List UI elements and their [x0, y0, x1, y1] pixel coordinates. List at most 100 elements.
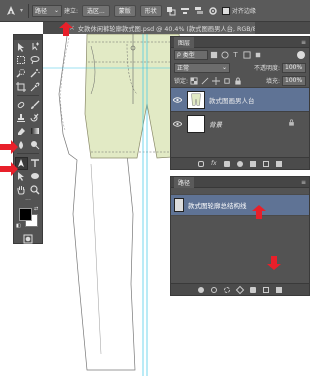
lock-pixels-icon[interactable]	[200, 76, 209, 85]
annotation-arrow-pen-tool	[0, 140, 18, 154]
history-brush-icon[interactable]	[30, 113, 41, 124]
document-tab[interactable]: × 女款休闲裤轮廓款式图.psd @ 40.4% (款式图画男人台, RGB/8…	[65, 22, 255, 34]
filter-pixel-icon[interactable]	[209, 50, 218, 59]
layer-style-icon[interactable]: fx	[211, 160, 217, 167]
ellipse-tool-icon[interactable]	[30, 171, 41, 182]
layer-row-selected[interactable]: 款式图画男人台	[171, 87, 309, 111]
new-group-icon[interactable]	[250, 160, 256, 167]
stroke-path-icon[interactable]	[211, 286, 217, 293]
load-as-selection-icon[interactable]	[224, 286, 230, 293]
color-swatches: ◧ ⇄	[14, 206, 42, 230]
eye-icon[interactable]	[171, 120, 183, 127]
filter-smart-object-icon[interactable]	[253, 50, 262, 59]
type-tool-icon[interactable]	[30, 158, 41, 169]
new-layer-icon[interactable]	[263, 160, 269, 167]
lock-row: 锁定: 填充: 100%	[171, 74, 309, 87]
more-tools-icon[interactable]: ···	[23, 195, 34, 206]
opacity-label: 不透明度:	[253, 65, 280, 72]
trash-icon[interactable]	[276, 160, 282, 167]
brush-tool-icon[interactable]	[30, 99, 41, 110]
paths-panel: 路径 ≡ 款式图轮廓总结构线	[170, 176, 310, 296]
new-path-icon[interactable]	[263, 286, 269, 293]
filter-adjustment-icon[interactable]	[220, 50, 229, 59]
gradient-tool-icon[interactable]	[30, 126, 41, 137]
align-edges-checkbox[interactable]	[221, 6, 230, 15]
path-arrangement-icon[interactable]	[193, 5, 205, 17]
blend-mode-select[interactable]: 正常 ⌄	[174, 62, 230, 73]
link-layers-icon[interactable]	[198, 160, 204, 167]
move-tool-icon[interactable]	[16, 41, 27, 52]
lock-transparent-icon[interactable]	[189, 76, 198, 85]
separator	[28, 3, 30, 18]
add-mask-icon[interactable]	[250, 286, 256, 293]
crop-tool-icon[interactable]	[16, 81, 27, 92]
align-edges-label: 对齐边缘	[231, 8, 256, 15]
layers-panel-footer: fx	[171, 157, 309, 169]
panel-menu-icon[interactable]: ≡	[301, 39, 306, 46]
lock-position-icon[interactable]	[211, 76, 220, 85]
annotation-arrow-up-path	[252, 205, 266, 219]
opacity-input[interactable]: 100%	[282, 62, 306, 73]
healing-brush-icon[interactable]	[16, 99, 27, 110]
path-alignment-icon[interactable]	[179, 5, 191, 17]
make-label: 建立:	[64, 8, 79, 15]
fill-input[interactable]: 100%	[282, 75, 306, 86]
lock-artboard-icon[interactable]	[222, 76, 231, 85]
path-name: 款式图轮廓总结构线	[188, 202, 247, 210]
document-tab-bar: × 女款休闲裤轮廓款式图.psd @ 40.4% (款式图画男人台, RGB/8…	[43, 22, 310, 34]
layer-filter-row: ρ 类型 T	[171, 48, 309, 61]
add-mask-icon[interactable]	[224, 160, 230, 167]
filter-toggle-switch[interactable]	[297, 50, 305, 59]
fill-path-icon[interactable]	[198, 286, 204, 293]
mask-button[interactable]: 蒙版	[113, 4, 136, 17]
pen-icon[interactable]	[4, 4, 18, 18]
annotation-arrow-down-new-path	[267, 256, 281, 270]
eyedropper-tool-icon[interactable]	[30, 81, 41, 92]
lock-all-icon[interactable]	[233, 76, 242, 85]
chevron-down-icon: ⌄	[221, 64, 227, 71]
search-icon: ρ	[177, 51, 181, 58]
quick-mask-icon[interactable]	[23, 233, 34, 244]
adjustment-layer-icon[interactable]	[237, 160, 243, 167]
path-thumbnail	[174, 198, 184, 212]
filter-kind-select[interactable]: ρ 类型	[174, 49, 208, 60]
quick-selection-icon[interactable]	[16, 68, 27, 79]
magic-wand-icon[interactable]	[30, 68, 41, 79]
path-operations-icon[interactable]	[165, 5, 177, 17]
annotation-arrow-up-mode	[59, 22, 73, 36]
swap-colors-icon[interactable]: ⇄	[34, 206, 38, 212]
eye-icon[interactable]	[171, 96, 183, 103]
dodge-tool-icon[interactable]	[30, 139, 41, 150]
selection-button[interactable]: 选区...	[82, 4, 110, 17]
paths-panel-footer	[171, 283, 309, 295]
default-colors-icon[interactable]: ◧	[16, 223, 21, 229]
eraser-tool-icon[interactable]	[16, 126, 27, 137]
zoom-tool-icon[interactable]	[30, 184, 41, 195]
shape-button[interactable]: 形状	[139, 4, 162, 17]
trash-icon[interactable]	[276, 286, 282, 293]
artboard-tool-icon[interactable]	[30, 41, 41, 52]
layers-panel: 图层 ≡ ρ 类型 T 正常 ⌄ 不透明度: 100% 锁定: 填充: 100%	[170, 36, 310, 170]
layer-row-background[interactable]: 背景	[171, 111, 309, 135]
filter-type-icon[interactable]: T	[231, 50, 240, 59]
marquee-tool-icon[interactable]	[16, 54, 27, 65]
hand-tool-icon[interactable]	[16, 184, 27, 195]
tool-preset-dropdown[interactable]: ▾	[20, 7, 23, 14]
panel-menu-icon[interactable]: ≡	[301, 179, 306, 186]
fill-label: 填充:	[265, 78, 280, 85]
lasso-tool-icon[interactable]	[30, 54, 41, 65]
path-row-selected[interactable]: 款式图轮廓总结构线	[171, 194, 309, 216]
annotation-arrow-path-selection	[0, 162, 18, 176]
clone-stamp-icon[interactable]	[16, 113, 27, 124]
gear-icon[interactable]	[207, 5, 219, 17]
mode-select[interactable]: 路径 ⌄	[32, 4, 63, 17]
layers-panel-title[interactable]: 图层	[174, 36, 195, 48]
foreground-color-swatch[interactable]	[19, 208, 32, 222]
make-work-path-icon[interactable]	[235, 285, 245, 294]
toolbox: ··· ◧ ⇄	[13, 34, 43, 244]
chevron-down-icon: ⌄	[53, 7, 60, 14]
paths-panel-title[interactable]: 路径	[174, 176, 195, 188]
filter-kind-value: 类型	[182, 52, 195, 59]
filter-shape-icon[interactable]	[242, 50, 251, 59]
blend-mode-value: 正常	[177, 65, 190, 72]
